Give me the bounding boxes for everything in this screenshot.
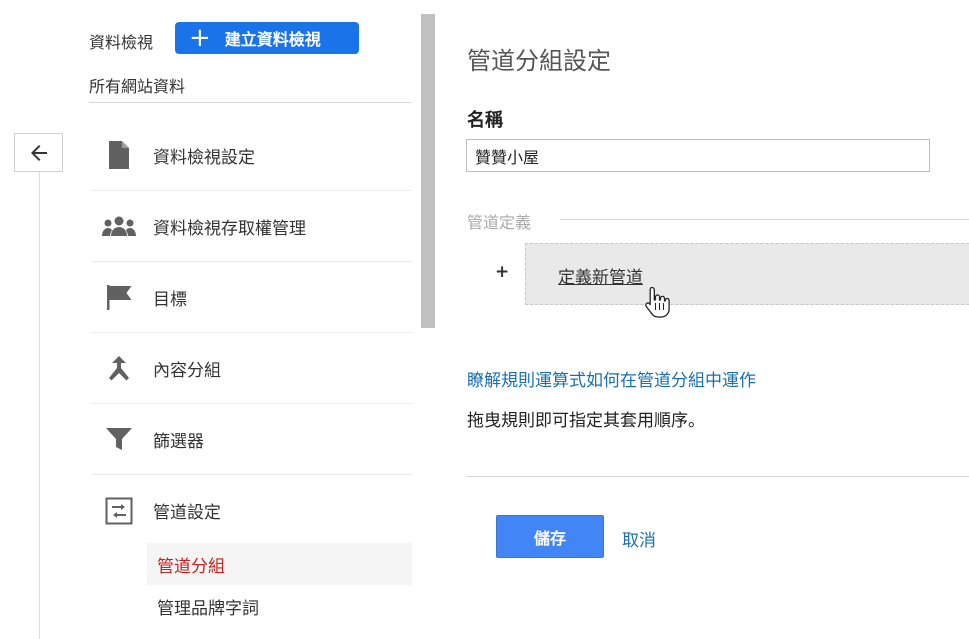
view-nav: 資料檢視設定 資料檢視存取權管理 目標 內容分組 篩選器 管道設定 [91, 120, 412, 546]
nav-item-label: 資料檢視存取權管理 [153, 218, 306, 239]
name-label: 名稱 [467, 110, 503, 131]
filter-icon [101, 421, 137, 457]
cancel-button[interactable]: 取消 [622, 526, 656, 551]
define-new-channel-link[interactable]: 定義新管道 [558, 263, 643, 288]
nav-item-label: 篩選器 [153, 431, 204, 452]
document-icon [101, 137, 137, 173]
save-button[interactable]: 儲存 [496, 515, 604, 558]
nav-subitem-brand-terms[interactable]: 管理品牌字詞 [147, 585, 412, 627]
nav-item-filters[interactable]: 篩選器 [91, 404, 412, 475]
back-button[interactable] [14, 133, 63, 172]
nav-item-label: 資料檢視設定 [153, 147, 255, 168]
flag-icon [101, 279, 137, 315]
form-divider [466, 476, 969, 477]
users-icon [101, 208, 137, 244]
header-divider [89, 102, 412, 103]
view-label: 資料檢視 [89, 33, 154, 52]
channel-definition-divider [560, 219, 969, 220]
nav-item-content-grouping[interactable]: 內容分組 [91, 333, 412, 404]
nav-subitem-channel-grouping[interactable]: 管道分組 [147, 543, 412, 585]
nav-item-label: 管道設定 [153, 503, 221, 523]
left-rail-divider [39, 170, 40, 639]
create-view-label: 建立資料檢視 [224, 30, 321, 49]
regex-help-link[interactable]: 瞭解規則運算式如何在管道分組中運作 [467, 366, 756, 391]
page-title: 管道分組設定 [467, 47, 611, 75]
create-view-button[interactable]: + 建立資料檢視 [175, 22, 359, 54]
sidebar-scrollbar[interactable] [421, 14, 435, 328]
plus-icon: + [189, 23, 211, 53]
name-input[interactable] [466, 139, 930, 172]
site-view-label: 所有網站資料 [89, 77, 186, 96]
nav-item-view-settings[interactable]: 資料檢視設定 [91, 120, 412, 191]
drag-hint-text: 拖曳規則即可指定其套用順序。 [467, 411, 705, 431]
nav-item-channel-settings[interactable]: 管道設定 [91, 475, 412, 546]
nav-item-access-management[interactable]: 資料檢視存取權管理 [91, 191, 412, 262]
nav-item-label: 目標 [153, 289, 187, 310]
channel-settings-icon [101, 493, 137, 529]
nav-item-goals[interactable]: 目標 [91, 262, 412, 333]
nav-item-label: 內容分組 [153, 360, 221, 381]
arrow-left-icon [30, 144, 47, 161]
hand-cursor-icon [645, 286, 670, 318]
add-channel-icon: + [495, 262, 510, 282]
channel-definition-label: 管道定義 [467, 213, 532, 232]
merge-icon [101, 350, 137, 386]
